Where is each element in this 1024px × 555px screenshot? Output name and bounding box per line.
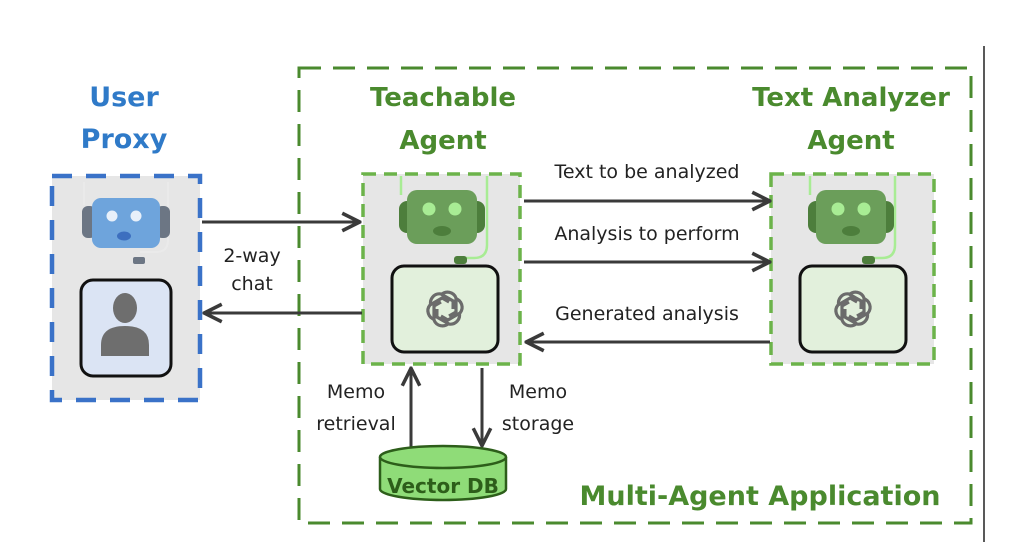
msg-text-to-analyze-label: Text to be analyzed <box>554 161 740 183</box>
teachable-agent-box[interactable] <box>361 172 522 366</box>
msg-generated-analysis-label: Generated analysis <box>555 303 739 325</box>
memo-retrieval-line2: retrieval <box>316 413 395 435</box>
teachable-agent-title-line2: Agent <box>399 126 486 156</box>
msg-analysis-to-perform-label: Analysis to perform <box>554 223 739 245</box>
user-proxy-title-line2: Proxy <box>81 124 168 155</box>
chat-label-line2: chat <box>231 273 273 295</box>
openai-logo-icon <box>390 264 500 354</box>
user-proxy-box[interactable] <box>49 173 203 403</box>
memo-storage-line1: Memo <box>509 381 567 403</box>
user-proxy-title-line1: User <box>89 82 159 113</box>
vector-db-label: Vector DB <box>387 474 499 498</box>
diagram-canvas: Multi-Agent Application User Proxy Teach… <box>49 46 985 542</box>
chat-label-line1: 2-way <box>223 245 280 267</box>
vector-db[interactable]: Vector DB <box>378 444 508 502</box>
memo-storage-line2: storage <box>502 413 574 435</box>
memo-retrieval-line1: Memo <box>327 381 385 403</box>
text-analyzer-title-line1: Text Analyzer <box>752 83 950 113</box>
database-icon <box>378 444 508 470</box>
teachable-agent-title-line1: Teachable <box>370 83 516 113</box>
person-icon <box>79 278 173 378</box>
multi-agent-app-label: Multi-Agent Application <box>580 481 941 512</box>
openai-logo-icon <box>798 264 908 354</box>
text-analyzer-title-line2: Agent <box>807 126 894 156</box>
text-analyzer-agent-box[interactable] <box>769 172 936 366</box>
